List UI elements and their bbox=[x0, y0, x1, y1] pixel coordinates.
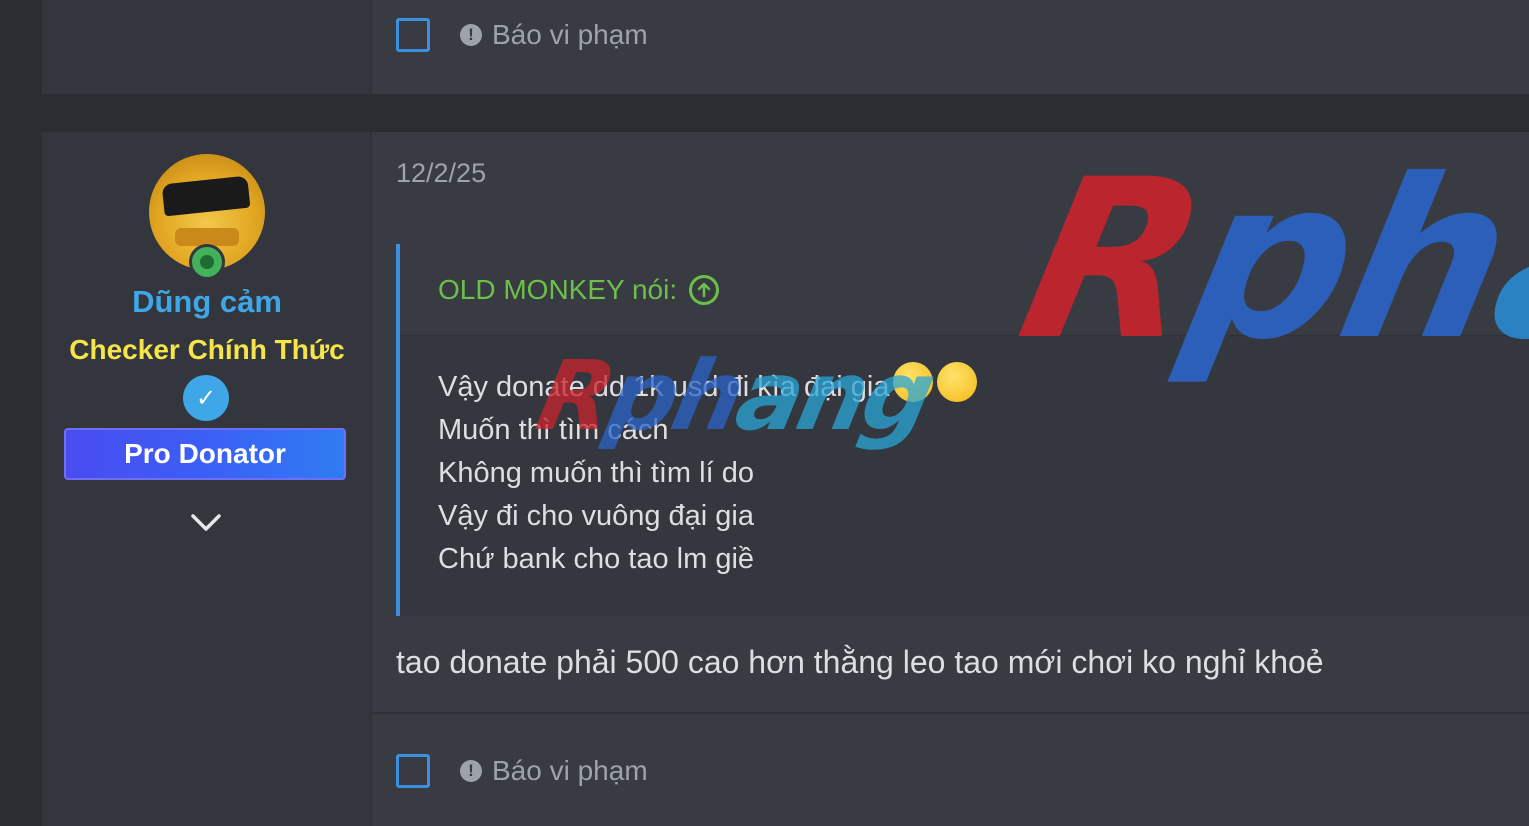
post: Dũng cảm Checker Chính Thức ✓ Pro Donato… bbox=[42, 132, 1529, 826]
post-body: tao donate phải 500 cao hơn thằng leo ta… bbox=[396, 644, 1324, 680]
post-user-column: Dũng cảm Checker Chính Thức ✓ Pro Donato… bbox=[42, 132, 372, 826]
quote-line: Muốn thì tìm cách bbox=[438, 414, 669, 446]
crying-emoji-icon bbox=[893, 362, 934, 403]
post-main-column: 12/2/25 OLD MONKEY nói: Vậy donate dd 1k… bbox=[372, 132, 1529, 826]
report-label: Báo vi phạm bbox=[492, 19, 648, 50]
quote-header: OLD MONKEY nói: bbox=[400, 244, 1529, 336]
chevron-down-icon[interactable] bbox=[189, 506, 223, 540]
quote-body: Vậy donate dd 1k usd đi kìa đại gia Muốn… bbox=[400, 336, 1529, 581]
crying-emoji-icon bbox=[937, 362, 978, 403]
avatar-visor bbox=[161, 175, 251, 217]
quote-line: Vậy donate dd 1k usd đi kìa đại gia bbox=[438, 362, 1529, 409]
previous-post: ! Báo vi phạm bbox=[42, 0, 1529, 94]
quote-block: OLD MONKEY nói: Vậy donate dd 1k usd đi … bbox=[396, 244, 1529, 616]
quote-line: Vậy đi cho vuông đại gia bbox=[438, 500, 754, 532]
post-divider bbox=[372, 712, 1529, 714]
report-label: Báo vi phạm bbox=[492, 755, 648, 786]
user-title: Checker Chính Thức bbox=[69, 334, 345, 365]
quote-author[interactable]: OLD MONKEY nói: bbox=[438, 274, 677, 306]
username[interactable]: Dũng cảm bbox=[42, 284, 372, 320]
online-status-icon bbox=[189, 244, 225, 280]
previous-post-main-column: ! Báo vi phạm bbox=[372, 0, 1529, 94]
verified-user-icon: ✓ bbox=[183, 375, 229, 421]
select-post-checkbox[interactable] bbox=[396, 754, 430, 788]
previous-post-actions: ! Báo vi phạm bbox=[396, 18, 648, 52]
donator-banner: Pro Donator bbox=[64, 428, 346, 480]
exclamation-circle-icon: ! bbox=[460, 760, 482, 782]
previous-post-user-column bbox=[42, 0, 372, 94]
thread-page: ! Báo vi phạm Dũng cảm Checker Chính Thứ… bbox=[0, 0, 1529, 826]
quote-line: Không muốn thì tìm lí do bbox=[438, 457, 754, 489]
quote-line: Chứ bank cho tao lm giề bbox=[438, 543, 755, 575]
arrow-up-circle-icon[interactable] bbox=[689, 274, 720, 305]
report-link[interactable]: ! Báo vi phạm bbox=[460, 19, 648, 51]
avatar[interactable] bbox=[149, 154, 265, 280]
select-post-checkbox[interactable] bbox=[396, 18, 430, 52]
report-link[interactable]: ! Báo vi phạm bbox=[460, 755, 648, 787]
post-actions: ! Báo vi phạm bbox=[396, 754, 648, 788]
post-date[interactable]: 12/2/25 bbox=[396, 158, 486, 189]
exclamation-circle-icon: ! bbox=[460, 24, 482, 46]
